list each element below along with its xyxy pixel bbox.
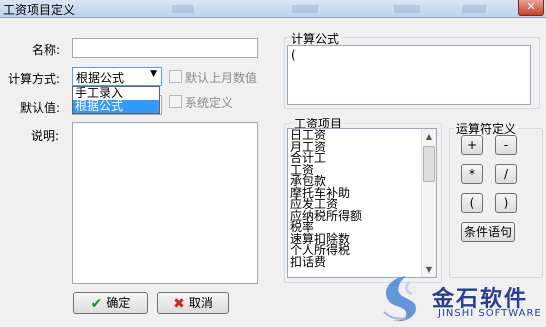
checkbox-last-month-label: 默认上月数值	[185, 71, 258, 85]
operator-minus-button[interactable]: -	[495, 135, 517, 155]
list-item[interactable]: 扣话费	[288, 256, 436, 269]
description-textarea[interactable]	[72, 122, 258, 284]
dropdown-option-formula[interactable]: 根据公式	[73, 100, 159, 113]
close-button[interactable]: ✕	[518, 0, 544, 16]
operator-close-paren-button[interactable]: )	[495, 193, 517, 213]
method-select[interactable]: 根据公式 ▼	[72, 67, 162, 86]
title-bar: 工资项目定义 ✕	[0, 0, 546, 18]
checkbox-system[interactable]	[169, 95, 182, 108]
chevron-down-icon[interactable]: ▼	[150, 69, 157, 79]
operator-multiply-button[interactable]: *	[461, 164, 483, 184]
scroll-thumb[interactable]	[423, 146, 435, 182]
ok-button[interactable]: ✔ 确定	[73, 292, 148, 314]
cancel-button[interactable]: ✖ 取消	[157, 292, 229, 314]
checkmark-icon: ✔	[90, 296, 103, 312]
formula-text: (	[291, 48, 296, 62]
description-label: 说明:	[31, 129, 60, 143]
name-label: 名称:	[32, 43, 61, 57]
salary-items-list[interactable]: 日工资 月工资 合计工 工资 承包款 摩托车补助 应发工资 应纳税所得额 税率 …	[287, 128, 437, 278]
formula-textarea[interactable]: (	[287, 45, 531, 105]
operator-plus-button[interactable]: +	[461, 135, 483, 155]
cancel-button-label: 取消	[188, 296, 213, 310]
window-title: 工资项目定义	[3, 3, 76, 17]
operator-open-paren-button[interactable]: (	[461, 193, 483, 213]
background-window-ghost	[462, 5, 486, 13]
checkbox-last-month[interactable]	[169, 70, 182, 83]
method-select-value: 根据公式	[76, 71, 125, 85]
salary-items-scrollbar[interactable]: ▲ ▼	[421, 129, 436, 277]
background-window-ghost	[172, 5, 194, 13]
checkbox-system-label: 系统定义	[185, 96, 234, 110]
close-icon: ✕	[526, 0, 536, 13]
background-window-ghost	[292, 5, 318, 13]
operator-divide-button[interactable]: /	[495, 164, 517, 184]
name-input[interactable]	[72, 38, 258, 58]
scroll-up-icon[interactable]: ▲	[422, 129, 436, 144]
cancel-x-icon: ✖	[173, 296, 185, 312]
background-window-ghost	[394, 5, 420, 13]
condition-statement-button[interactable]: 条件语句	[461, 222, 515, 242]
jinshi-logo-icon	[383, 276, 416, 322]
ok-button-label: 确定	[106, 296, 131, 310]
method-label: 计算方式:	[8, 72, 61, 86]
method-dropdown-list[interactable]: 手工录入 根据公式	[72, 86, 160, 114]
default-label: 默认值:	[20, 101, 61, 115]
brand-subtitle: JINSHI SOFTWARE	[438, 308, 542, 319]
